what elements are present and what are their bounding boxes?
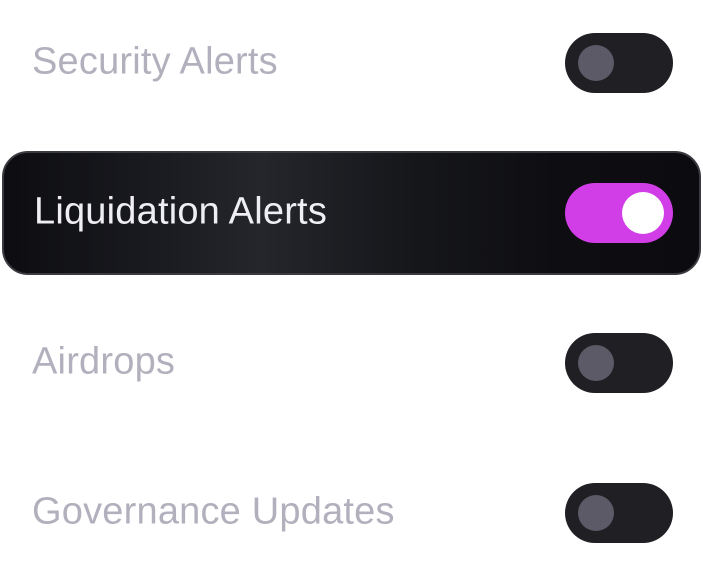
toggle-knob [578, 495, 614, 531]
governance-updates-toggle[interactable] [565, 483, 673, 543]
airdrops-toggle[interactable] [565, 333, 673, 393]
notification-settings-list: Security Alerts Liquidation Alerts Airdr… [0, 0, 703, 576]
toggle-knob [578, 345, 614, 381]
setting-label-airdrops: Airdrops [32, 340, 176, 383]
toggle-knob [578, 45, 614, 81]
security-alerts-toggle[interactable] [565, 33, 673, 93]
liquidation-alerts-toggle[interactable] [565, 183, 673, 243]
toggle-knob [622, 192, 664, 234]
setting-row-liquidation-alerts[interactable]: Liquidation Alerts [2, 151, 701, 275]
setting-label-liquidation-alerts: Liquidation Alerts [34, 190, 328, 233]
setting-row-security-alerts[interactable]: Security Alerts [2, 2, 701, 124]
setting-label-governance-updates: Governance Updates [32, 490, 395, 533]
setting-row-airdrops[interactable]: Airdrops [2, 302, 701, 424]
setting-row-governance-updates[interactable]: Governance Updates [2, 452, 701, 574]
setting-label-security-alerts: Security Alerts [32, 40, 278, 83]
